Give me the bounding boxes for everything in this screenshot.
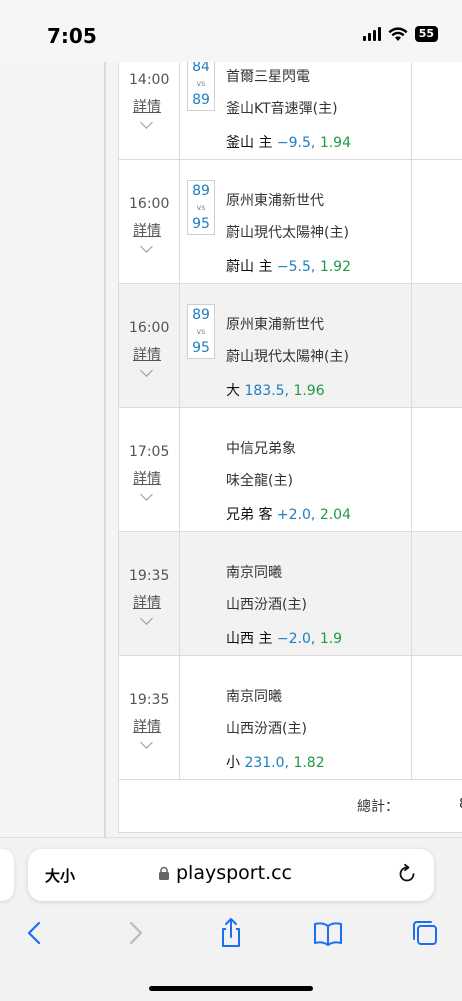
text-size-button[interactable]: 大小 (45, 865, 75, 886)
bookmarks-icon[interactable] (311, 916, 345, 950)
url-display[interactable]: playsport.cc (158, 862, 292, 884)
web-page[interactable]: 14:00 詳情 84 vs 89 首爾三星閃電 釜山KT音速彈(主) 釜山 主 −… (0, 62, 462, 837)
detail-link[interactable]: 詳情 (133, 716, 161, 736)
lock-icon (159, 866, 169, 880)
score-box: 89 vs 95 (187, 304, 215, 359)
detail-link[interactable]: 詳情 (133, 96, 161, 116)
table-row: 19:35 詳情 南京同曦 山西汾酒(主) 山西 主 −2.0, 1.9 (119, 532, 462, 656)
total-row: 總計： 8 (119, 780, 462, 833)
reload-icon[interactable] (396, 863, 418, 885)
home-team: 山西汾酒(主) (226, 721, 307, 737)
game-time: 17:05 (129, 444, 170, 460)
forward-icon[interactable] (118, 916, 152, 950)
away-team: 原州東浦新世代 (226, 317, 324, 333)
game-time: 16:00 (129, 320, 170, 336)
back-icon[interactable] (18, 916, 52, 950)
status-icons: 55 (362, 26, 438, 42)
away-team: 原州東浦新世代 (226, 193, 324, 209)
previous-tab-peek[interactable] (0, 849, 14, 901)
home-team: 蔚山現代太陽神(主) (226, 225, 349, 241)
address-bar[interactable]: 大小 playsport.cc (28, 849, 434, 901)
table-row: 16:00 詳情 89 vs 95 原州東浦新世代 蔚山現代太陽神(主) 大 183… (119, 284, 462, 408)
detail-link[interactable]: 詳情 (133, 344, 161, 364)
picks-table: 14:00 詳情 84 vs 89 首爾三星閃電 釜山KT音速彈(主) 釜山 主 −… (118, 62, 462, 833)
safari-bottom-bar: 大小 playsport.cc (0, 837, 462, 1001)
pick: 蔚山 主 −5.5, 1.92 (226, 259, 351, 275)
chevron-down-icon[interactable] (140, 488, 153, 501)
cellular-signal-icon (362, 27, 381, 41)
table-row: 16:00 詳情 89 vs 95 原州東浦新世代 蔚山現代太陽神(主) 蔚山 主 … (119, 160, 462, 284)
pick: 小 231.0, 1.82 (226, 755, 325, 771)
score-box: 89 vs 95 (187, 180, 215, 235)
detail-link[interactable]: 詳情 (133, 592, 161, 612)
browser-toolbar (0, 914, 462, 954)
pick: 兄弟 客 +2.0, 2.04 (226, 507, 351, 523)
status-time: 7:05 (47, 24, 97, 48)
detail-link[interactable]: 詳情 (133, 468, 161, 488)
status-bar: 7:05 55 (0, 0, 462, 62)
chevron-down-icon[interactable] (140, 240, 153, 253)
game-time: 16:00 (129, 196, 170, 212)
home-team: 釜山KT音速彈(主) (226, 101, 338, 117)
game-time: 19:35 (129, 568, 170, 584)
pick: 山西 主 −2.0, 1.9 (226, 631, 343, 647)
side-divider (104, 62, 106, 837)
table-row: 19:35 詳情 南京同曦 山西汾酒(主) 小 231.0, 1.82 (119, 656, 462, 780)
home-team: 蔚山現代太陽神(主) (226, 349, 349, 365)
battery-icon: 55 (414, 26, 438, 42)
home-team: 味全龍(主) (226, 473, 293, 489)
pick: 大 183.5, 1.96 (226, 383, 325, 399)
wifi-icon (388, 26, 408, 41)
chevron-down-icon[interactable] (140, 116, 153, 129)
home-indicator (149, 986, 313, 991)
chevron-down-icon[interactable] (140, 736, 153, 749)
away-team: 首爾三星閃電 (226, 69, 310, 85)
table-row: 17:05 詳情 中信兄弟象 味全龍(主) 兄弟 客 +2.0, 2.04 (119, 408, 462, 532)
game-time: 19:35 (129, 692, 170, 708)
away-team: 南京同曦 (226, 565, 282, 581)
pick: 釜山 主 −9.5, 1.94 (226, 135, 351, 151)
chevron-down-icon[interactable] (140, 612, 153, 625)
detail-link[interactable]: 詳情 (133, 220, 161, 240)
score-box: 84 vs 89 (187, 62, 215, 111)
chevron-down-icon[interactable] (140, 364, 153, 377)
home-team: 山西汾酒(主) (226, 597, 307, 613)
tabs-icon[interactable] (408, 916, 442, 950)
share-icon[interactable] (214, 916, 248, 950)
url-text: playsport.cc (176, 862, 293, 884)
away-team: 中信兄弟象 (226, 441, 296, 457)
table-row: 14:00 詳情 84 vs 89 首爾三星閃電 釜山KT音速彈(主) 釜山 主 −… (119, 62, 462, 160)
total-label: 總計： (357, 799, 399, 815)
away-team: 南京同曦 (226, 689, 282, 705)
game-time: 14:00 (129, 72, 170, 88)
